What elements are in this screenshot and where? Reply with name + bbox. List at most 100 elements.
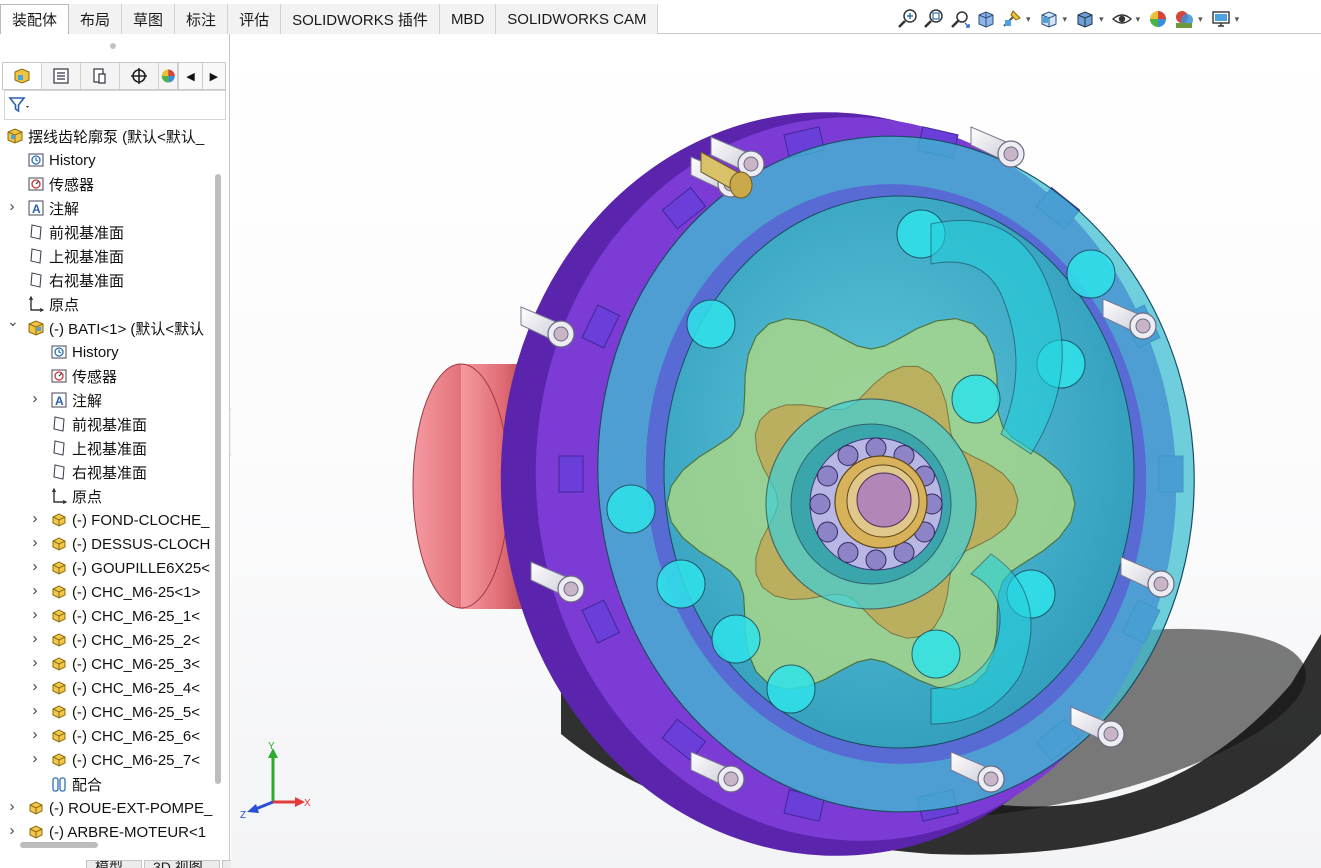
expand-chevron-icon[interactable]: › xyxy=(30,558,40,575)
feature-tree-filter[interactable] xyxy=(4,90,226,120)
tree-node[interactable]: 上视基准面 xyxy=(49,436,147,460)
dimxpert-icon[interactable] xyxy=(120,63,159,89)
tree-node[interactable]: 右视基准面 xyxy=(49,460,147,484)
expand-chevron-icon[interactable]: › xyxy=(30,726,40,743)
tree-node[interactable]: › (-) ROUE-EXT-POMPE_ xyxy=(10,796,213,820)
scrollbar-thumb[interactable] xyxy=(215,174,221,784)
property-manager-icon[interactable] xyxy=(42,63,81,89)
expand-chevron-icon[interactable]: › xyxy=(30,654,40,671)
display-style-dropdown-arrow-icon[interactable]: ▾ xyxy=(1099,14,1104,25)
tree-node[interactable]: › (-) CHC_M6-25_5< xyxy=(33,700,200,724)
expand-chevron-icon[interactable]: › xyxy=(30,534,40,551)
ribbon-tab-4[interactable]: 评估 xyxy=(228,4,282,34)
tree-node[interactable]: › (-) DESSUS-CLOCH xyxy=(33,532,211,556)
panel-splitter-grip[interactable] xyxy=(110,43,116,49)
mates-icon xyxy=(49,774,69,794)
view-orientation-dropdown-arrow-icon[interactable]: ▾ xyxy=(1063,14,1068,25)
ribbon-tab-7[interactable]: SOLIDWORKS CAM xyxy=(496,4,659,34)
assembly-model-view[interactable] xyxy=(231,34,1321,868)
zoom-to-fit-icon[interactable] xyxy=(896,7,920,31)
tree-node[interactable]: › A 注解 xyxy=(10,196,80,220)
feature-manager-icon[interactable] xyxy=(3,63,42,89)
expand-chevron-icon[interactable]: › xyxy=(30,606,40,623)
zoom-area-icon[interactable] xyxy=(922,7,946,31)
part-icon xyxy=(49,630,69,650)
tree-node[interactable]: History xyxy=(49,340,119,364)
tree-node[interactable]: 传感器 xyxy=(49,364,117,388)
tree-node[interactable]: › (-) CHC_M6-25_6< xyxy=(33,724,200,748)
tree-horizontal-scrollbar[interactable] xyxy=(20,842,98,848)
tree-node[interactable]: › (-) CHC_M6-25_3< xyxy=(33,652,200,676)
expand-chevron-icon[interactable]: › xyxy=(30,702,40,719)
expand-chevron-icon[interactable]: › xyxy=(30,630,40,647)
tree-node[interactable]: › (-) ARBRE-MOTEUR<1 xyxy=(10,820,207,844)
cover-port-hole xyxy=(1066,249,1116,299)
expand-chevron-icon[interactable]: › xyxy=(30,678,40,695)
expand-chevron-icon[interactable]: › xyxy=(30,582,40,599)
dynamic-annotation-dropdown-arrow-icon[interactable]: ▾ xyxy=(1026,14,1031,25)
apply-scene-icon[interactable] xyxy=(1172,7,1196,31)
ribbon-tab-1[interactable]: 布局 xyxy=(69,4,123,34)
view-orientation-icon[interactable] xyxy=(1037,7,1061,31)
view-settings-icon[interactable] xyxy=(1209,7,1233,31)
ribbon-tab-6[interactable]: MBD xyxy=(439,4,497,34)
tree-node[interactable]: › (-) CHC_M6-25<1> xyxy=(33,580,201,604)
tree-node[interactable]: 前视基准面 xyxy=(49,412,147,436)
configuration-manager-icon[interactable] xyxy=(81,63,120,89)
expand-chevron-icon[interactable]: › xyxy=(7,822,17,839)
tree-node[interactable]: › (-) CHC_M6-25_2< xyxy=(33,628,200,652)
tree-node[interactable]: › (-) CHC_M6-25_1< xyxy=(33,604,200,628)
expand-chevron-icon[interactable]: › xyxy=(7,798,17,815)
bearing-ball xyxy=(837,541,859,563)
tree-node[interactable]: › (-) CHC_M6-25_7< xyxy=(33,748,200,772)
tree-node[interactable]: 摆线齿轮廓泵 (默认<默认_ xyxy=(5,124,204,148)
tree-node[interactable]: 右视基准面 xyxy=(26,268,124,292)
display-style-icon[interactable] xyxy=(1073,7,1097,31)
filter-icon[interactable] xyxy=(8,95,32,115)
tree-node[interactable]: 前视基准面 xyxy=(26,220,124,244)
chevron-left-icon[interactable]: ◀ xyxy=(178,63,202,89)
section-view-icon[interactable] xyxy=(974,7,998,31)
tree-node[interactable]: › (-) GOUPILLE6X25< xyxy=(33,556,210,580)
collapse-chevron-icon[interactable]: ⌄ xyxy=(7,313,19,330)
origin-icon xyxy=(49,486,69,506)
ribbon-tab-2[interactable]: 草图 xyxy=(122,4,176,34)
tree-node-label: (-) FOND-CLOCHE_ xyxy=(72,511,210,529)
part-icon xyxy=(49,726,69,746)
bottom-tab-0[interactable]: 模型 xyxy=(86,860,142,868)
apply-scene-dropdown-arrow-icon[interactable]: ▾ xyxy=(1198,14,1203,25)
bottom-tab-1[interactable]: 3D 视图 xyxy=(144,860,220,868)
part-icon xyxy=(49,582,69,602)
tree-node[interactable]: History xyxy=(26,148,96,172)
tree-node[interactable]: 配合 xyxy=(49,772,102,796)
history-icon xyxy=(49,342,69,362)
ribbon-tab-0[interactable]: 装配体 xyxy=(0,4,70,34)
graphics-area[interactable]: Y X Z xyxy=(231,34,1321,868)
expand-chevron-icon[interactable]: › xyxy=(30,750,40,767)
tree-node[interactable]: 传感器 xyxy=(26,172,94,196)
hide-show-icon[interactable] xyxy=(1110,7,1134,31)
chevron-right-icon[interactable]: ▶ xyxy=(201,63,225,89)
edit-appearance-icon[interactable] xyxy=(1146,7,1170,31)
expand-chevron-icon[interactable]: › xyxy=(30,390,40,407)
display-manager-icon[interactable] xyxy=(159,63,179,89)
hide-show-dropdown-arrow-icon[interactable]: ▾ xyxy=(1136,14,1141,25)
previous-view-icon[interactable] xyxy=(948,7,972,31)
tree-node-label: 右视基准面 xyxy=(49,272,125,290)
view-settings-dropdown-arrow-icon[interactable]: ▾ xyxy=(1235,14,1240,25)
tree-node[interactable]: › (-) FOND-CLOCHE_ xyxy=(33,508,210,532)
tree-node-label: (-) CHC_M6-25_5< xyxy=(72,703,200,721)
bearing-ball xyxy=(809,493,831,515)
ribbon-tab-5[interactable]: SOLIDWORKS 插件 xyxy=(281,4,440,34)
expand-chevron-icon[interactable]: › xyxy=(30,510,40,527)
expand-chevron-icon[interactable]: › xyxy=(7,198,17,215)
ribbon-tab-3[interactable]: 标注 xyxy=(175,4,229,34)
tree-node[interactable]: 原点 xyxy=(49,484,102,508)
tree-node[interactable]: 上视基准面 xyxy=(26,244,124,268)
dynamic-annotation-icon[interactable] xyxy=(1000,7,1024,31)
tree-node[interactable]: ⌄ (-) BATI<1> (默认<默认 xyxy=(7,313,204,340)
tree-node[interactable]: › (-) CHC_M6-25_4< xyxy=(33,676,200,700)
tree-node[interactable]: 原点 xyxy=(26,292,79,316)
tree-vertical-scrollbar[interactable] xyxy=(214,174,223,814)
tree-node[interactable]: › A 注解 xyxy=(33,388,103,412)
